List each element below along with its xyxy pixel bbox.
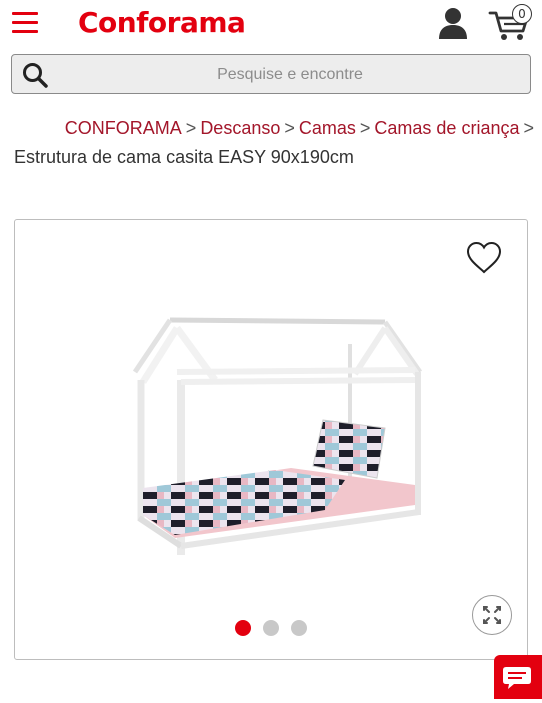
chat-button[interactable] — [494, 655, 542, 699]
expand-icon[interactable] — [472, 595, 512, 635]
image-pagination — [235, 620, 335, 638]
breadcrumb-link-home[interactable]: CONFORAMA — [65, 118, 182, 138]
cart-button[interactable]: 0 — [488, 4, 534, 44]
heart-icon[interactable] — [465, 240, 503, 276]
breadcrumb-link-descanso[interactable]: Descanso — [200, 118, 280, 138]
logo[interactable]: Conforama — [78, 6, 246, 39]
cart-count-badge: 0 — [512, 4, 532, 24]
search-bar — [11, 54, 531, 94]
pagination-dot-1[interactable] — [235, 620, 251, 636]
breadcrumb-current: Estrutura de cama casita EASY 90x190cm — [14, 147, 354, 167]
header: Conforama 0 — [0, 0, 542, 48]
chat-icon — [503, 667, 531, 689]
hamburger-menu-icon[interactable] — [12, 10, 40, 36]
user-icon[interactable] — [436, 6, 470, 40]
product-image-gallery — [14, 219, 528, 660]
breadcrumb: CONFORAMA > Descanso > Camas > Camas de crianç… — [14, 114, 534, 172]
search-icon[interactable] — [22, 62, 48, 88]
pagination-dot-3[interactable] — [291, 620, 307, 636]
breadcrumb-link-camas-de-crianca[interactable]: Camas de criança — [374, 118, 519, 138]
product-image[interactable] — [115, 310, 425, 570]
search-input[interactable] — [58, 57, 522, 93]
breadcrumb-link-camas[interactable]: Camas — [299, 118, 356, 138]
breadcrumb-links: CONFORAMA > Descanso > Camas > Camas de crianç… — [64, 118, 534, 138]
pagination-dot-2[interactable] — [263, 620, 279, 636]
